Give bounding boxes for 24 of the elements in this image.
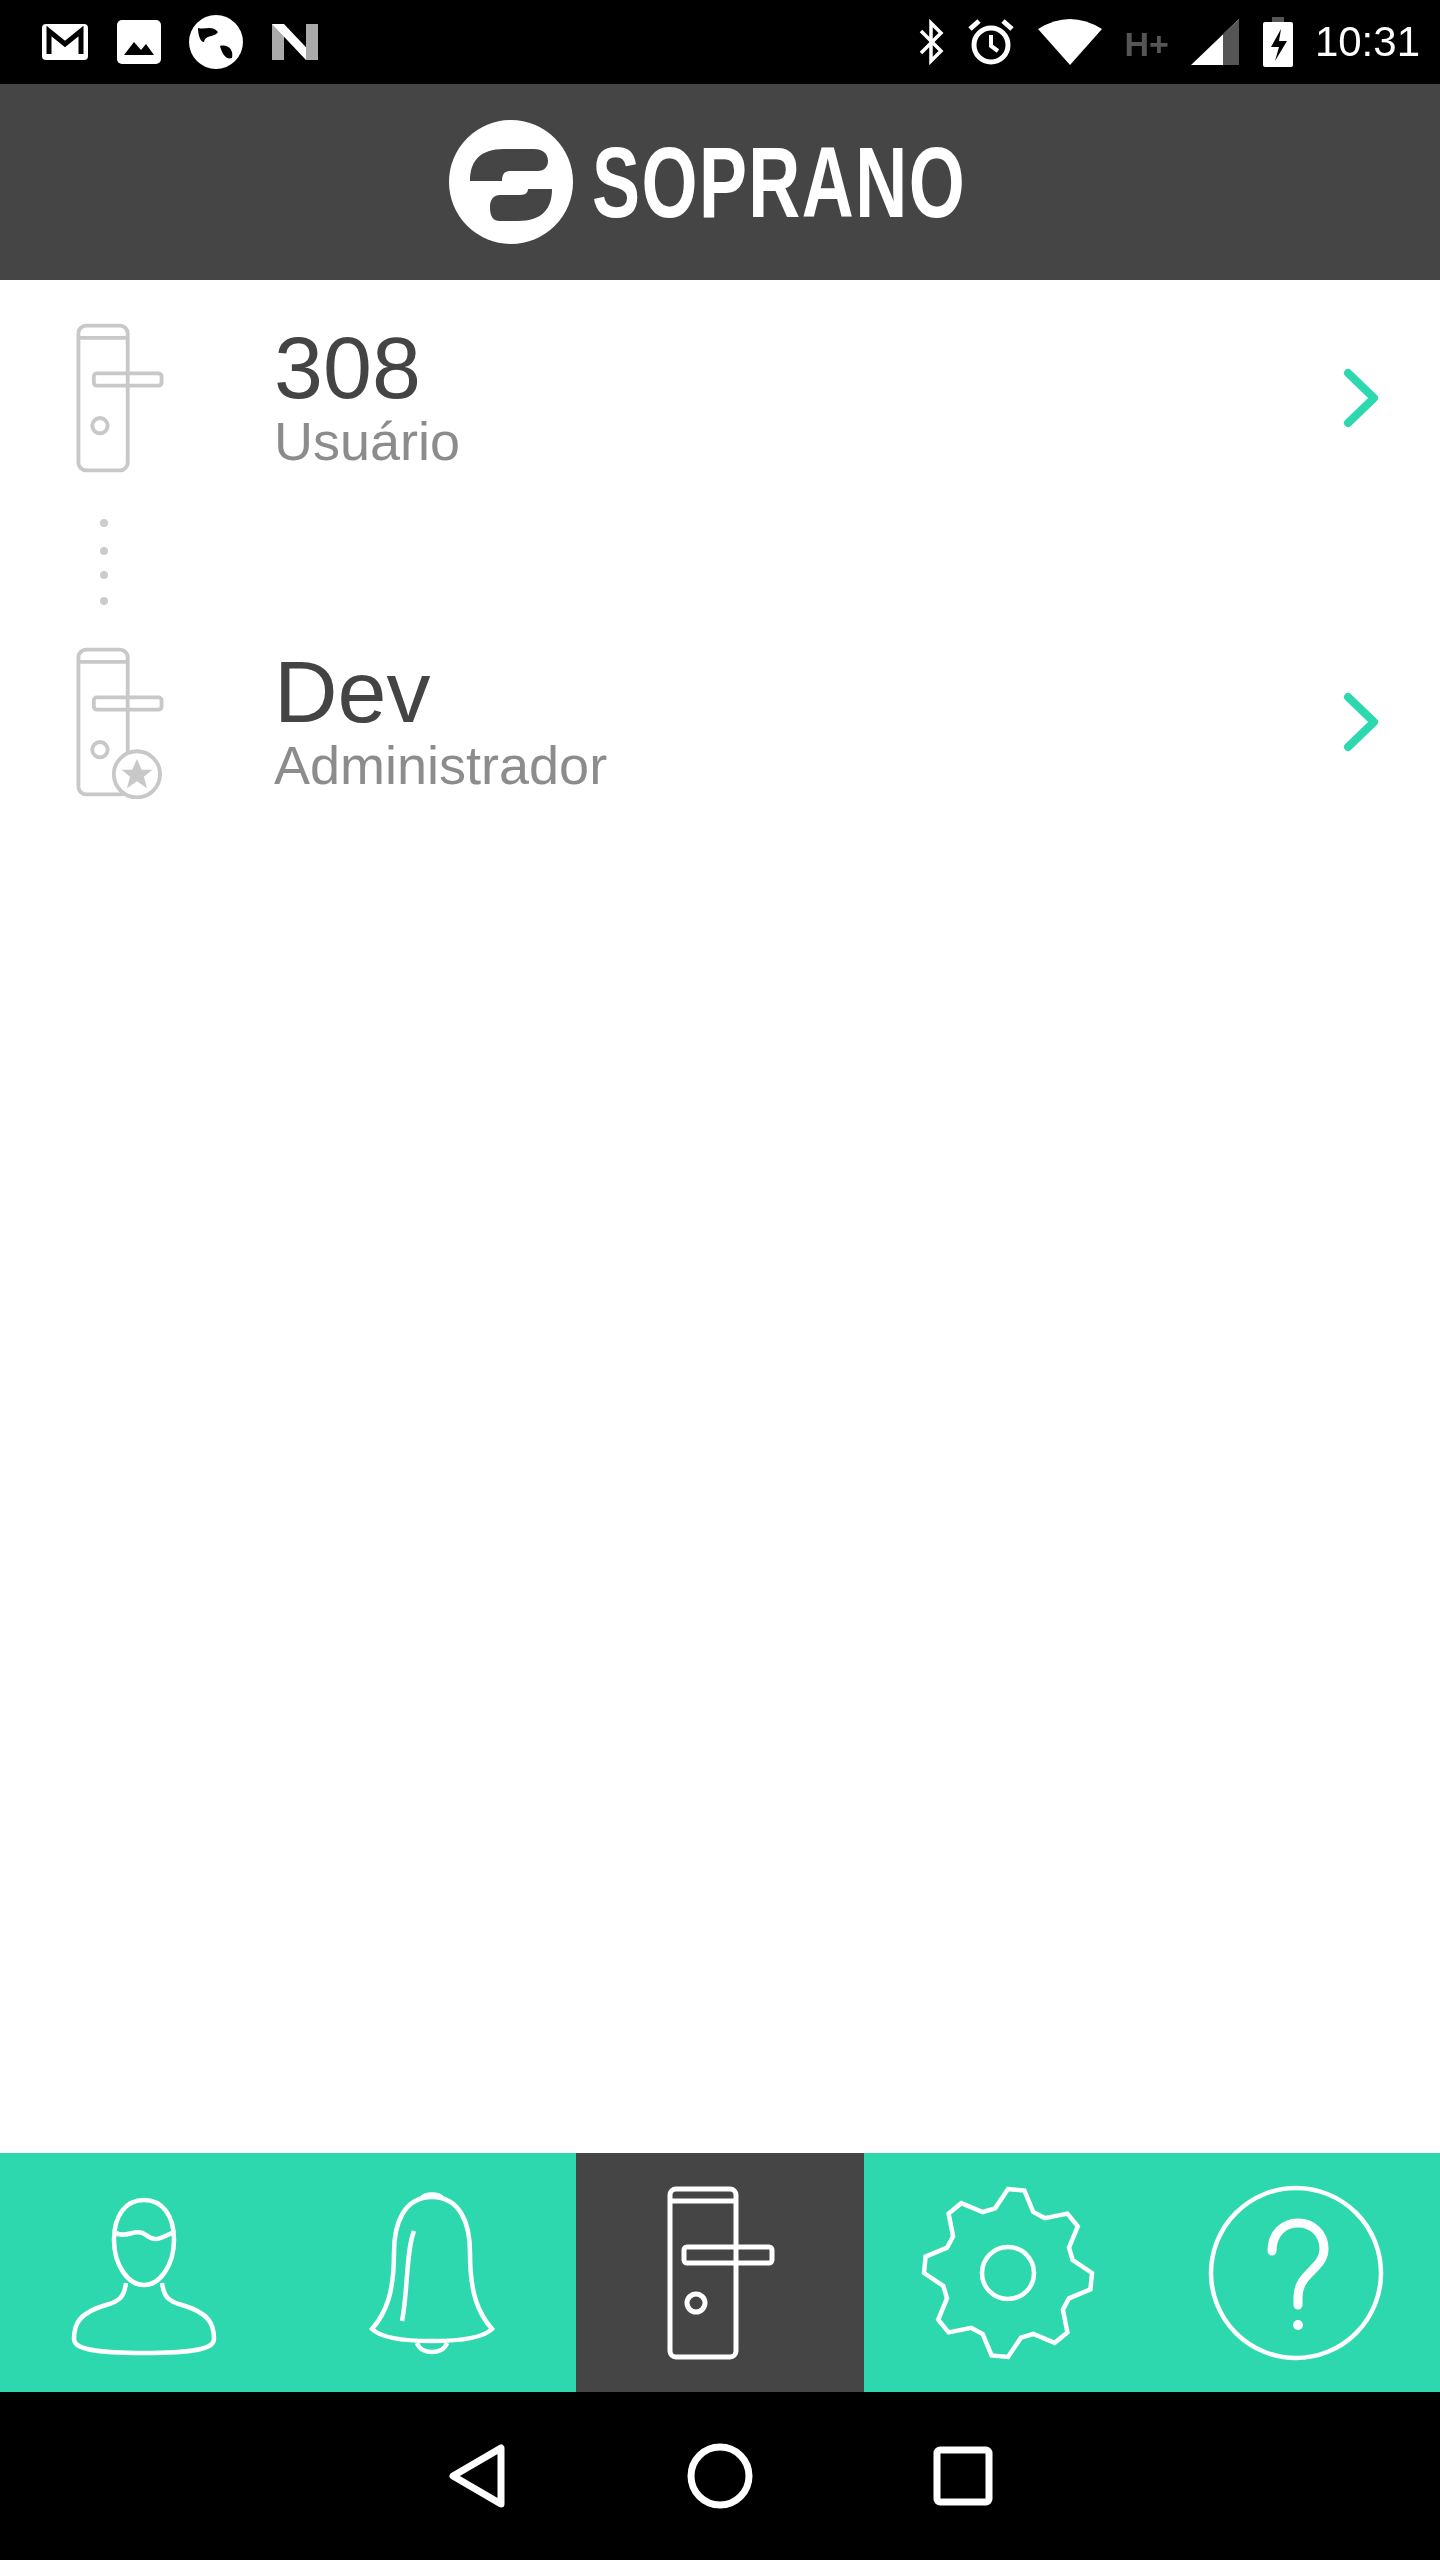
mail-icon bbox=[40, 22, 90, 62]
bluetooth-icon bbox=[918, 17, 945, 67]
network-type: H+ bbox=[1124, 25, 1169, 64]
n-icon bbox=[270, 22, 320, 62]
lock-role: Administrador bbox=[274, 736, 609, 796]
logo-icon bbox=[448, 119, 575, 245]
lock-list-item[interactable]: Dev Administrador bbox=[0, 607, 1440, 837]
logo-text: SOPRANO bbox=[592, 132, 967, 232]
globe-icon bbox=[188, 14, 244, 70]
recents-button[interactable] bbox=[933, 2446, 993, 2506]
image-icon bbox=[116, 19, 162, 65]
lock-name: 308 bbox=[274, 324, 422, 413]
lock-role: Usuário bbox=[274, 412, 462, 472]
settings-icon bbox=[920, 2184, 1096, 2361]
signal-icon bbox=[1190, 19, 1241, 65]
clock: 10:31 bbox=[1314, 18, 1420, 66]
help-icon bbox=[1208, 2184, 1384, 2361]
lock-name: Dev bbox=[274, 648, 432, 737]
locks-tab[interactable] bbox=[576, 2153, 864, 2392]
lock-list-item[interactable]: 308 Usuário bbox=[0, 283, 1440, 513]
back-button[interactable] bbox=[447, 2442, 507, 2510]
battery-icon bbox=[1262, 17, 1293, 67]
wifi-icon bbox=[1038, 19, 1103, 65]
home-button[interactable] bbox=[687, 2443, 753, 2509]
